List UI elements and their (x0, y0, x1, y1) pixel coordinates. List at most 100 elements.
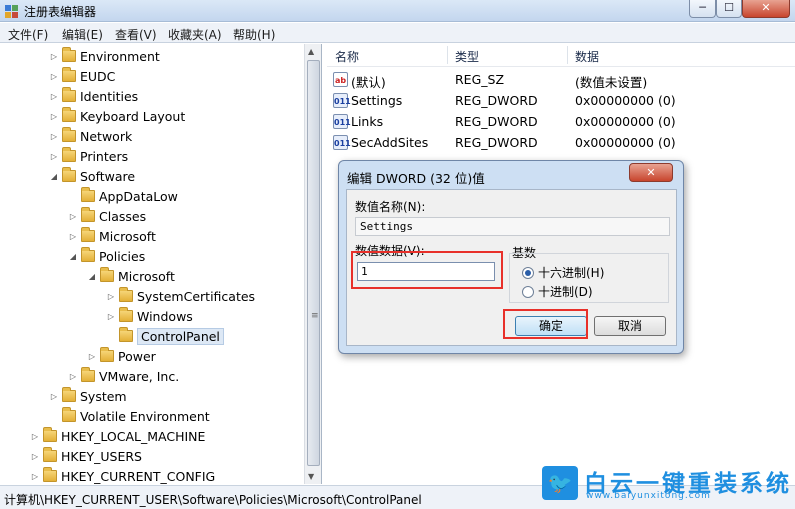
expand-arrow-icon[interactable]: ▷ (48, 152, 60, 161)
base-group: 十六进制(H) 十进制(D) (509, 253, 669, 303)
expand-arrow-icon[interactable]: ▷ (29, 472, 41, 481)
value-row[interactable]: 011 SecAddSites REG_DWORD 0x00000000 (0) (327, 133, 795, 153)
value-type: REG_DWORD (455, 135, 538, 150)
radio-unselected-icon[interactable] (522, 285, 534, 298)
expand-arrow-icon[interactable]: ▷ (105, 312, 117, 321)
expand-arrow-icon[interactable]: ▷ (29, 452, 41, 461)
folder-icon (62, 147, 76, 162)
menu-bar: 文件(F) 编辑(E) 查看(V) 收藏夹(A) 帮助(H) (0, 23, 795, 43)
tree-item[interactable]: ▷ HKEY_LOCAL_MACHINE (29, 426, 205, 446)
menu-favorites[interactable]: 收藏夹(A) (168, 26, 222, 43)
status-path: 计算机\HKEY_CURRENT_USER\Software\Policies\… (4, 493, 422, 507)
folder-icon (81, 187, 95, 202)
tree-item[interactable]: ◢ Policies (67, 246, 145, 266)
expand-arrow-icon[interactable]: ▷ (86, 352, 98, 361)
value-type: REG_DWORD (455, 114, 538, 129)
expand-arrow-icon[interactable]: ▷ (48, 72, 60, 81)
collapse-arrow-icon[interactable]: ◢ (67, 252, 79, 261)
value-row[interactable]: 011 Settings REG_DWORD 0x00000000 (0) (327, 91, 795, 111)
expand-arrow-icon[interactable]: ▷ (48, 112, 60, 121)
expand-arrow-icon[interactable]: ▷ (48, 52, 60, 61)
tree-item[interactable]: ▷ Identities (48, 86, 138, 106)
expand-arrow-icon[interactable]: ▷ (48, 392, 60, 401)
collapse-arrow-icon[interactable]: ◢ (86, 272, 98, 281)
tree-item[interactable]: Volatile Environment (48, 406, 210, 426)
collapse-arrow-icon[interactable]: ◢ (48, 172, 60, 181)
dword-value-icon: 011 (333, 114, 351, 129)
value-name-label: 数值名称(N): (355, 200, 426, 214)
tree-item[interactable]: ▷ Network (48, 126, 132, 146)
tree-item[interactable]: ◢ Software (48, 166, 135, 186)
expand-arrow-icon[interactable]: ▷ (48, 132, 60, 141)
scroll-thumb[interactable]: ≡ (307, 60, 320, 466)
tree-item[interactable]: ▷ Power (86, 346, 156, 366)
value-name: Settings (351, 93, 403, 108)
column-header-name[interactable]: 名称 (335, 48, 359, 65)
value-data: 0x00000000 (0) (575, 114, 676, 129)
watermark-logo: 🐦 白云一键重装系统 www.baiyunxitong.com (540, 464, 790, 504)
tree-item[interactable]: ▷ Windows (105, 306, 193, 326)
column-header-type[interactable]: 类型 (455, 48, 479, 65)
tree-item[interactable]: ▷ Classes (67, 206, 146, 226)
value-data: (数值未设置) (575, 75, 648, 90)
expand-arrow-icon[interactable]: ▷ (48, 92, 60, 101)
scroll-up-icon[interactable]: ▲ (308, 47, 314, 56)
value-row[interactable]: 011 Links REG_DWORD 0x00000000 (0) (327, 112, 795, 132)
tree-item[interactable]: ◢ Microsoft (86, 266, 175, 286)
value-name: Links (351, 114, 384, 129)
column-separator[interactable] (567, 46, 568, 64)
dec-radio-option[interactable]: 十进制(D) (522, 283, 593, 300)
expand-arrow-icon[interactable]: ▷ (67, 212, 79, 221)
registry-tree[interactable]: ▷ Environment ▷ EUDC ▷ Identities ▷ Keyboard… (0, 44, 322, 484)
column-separator[interactable] (447, 46, 448, 64)
cancel-button[interactable]: 取消 (594, 316, 666, 336)
scroll-down-icon[interactable]: ▼ (308, 472, 314, 481)
tree-item[interactable]: ▷ System (48, 386, 127, 406)
menu-file[interactable]: 文件(F) (8, 26, 48, 43)
menu-edit[interactable]: 编辑(E) (62, 26, 103, 43)
value-row[interactable]: ab (默认) REG_SZ (数值未设置) (327, 70, 795, 90)
minimize-button[interactable]: ─ (689, 0, 716, 18)
string-value-icon: ab (333, 72, 348, 87)
expand-arrow-icon[interactable]: ▷ (105, 292, 117, 301)
hex-radio-option[interactable]: 十六进制(H) (522, 264, 604, 281)
tree-item[interactable]: ▷ Environment (48, 46, 160, 66)
expand-arrow-icon[interactable]: ▷ (67, 232, 79, 241)
column-header-data[interactable]: 数据 (575, 48, 599, 65)
tree-item[interactable]: ▷ EUDC (48, 66, 115, 86)
tree-item[interactable]: ▷ HKEY_CURRENT_CONFIG (29, 466, 215, 484)
tree-item[interactable]: ▷ Keyboard Layout (48, 106, 185, 126)
dialog-title: 编辑 DWORD (32 位)值 (347, 171, 485, 186)
value-data-input[interactable]: 1 (357, 262, 495, 281)
close-button[interactable]: ✕ (742, 0, 790, 18)
menu-view[interactable]: 查看(V) (115, 26, 157, 43)
expand-arrow-icon[interactable]: ▷ (67, 372, 79, 381)
folder-icon (62, 87, 76, 102)
tree-item[interactable]: ▷ Printers (48, 146, 128, 166)
value-data: 0x00000000 (0) (575, 93, 676, 108)
value-name-field: Settings (355, 217, 670, 236)
folder-icon (62, 167, 76, 182)
folder-icon (81, 247, 95, 262)
maximize-button[interactable]: ☐ (716, 0, 742, 18)
watermark-url: www.baiyunxitong.com (586, 491, 711, 501)
tree-item[interactable]: ▷ HKEY_USERS (29, 446, 142, 466)
folder-icon (119, 287, 133, 302)
folder-icon (43, 467, 57, 482)
tree-item[interactable]: AppDataLow (67, 186, 178, 206)
value-data: 0x00000000 (0) (575, 135, 676, 150)
tree-item[interactable]: ▷ Microsoft (67, 226, 156, 246)
tree-item[interactable]: ▷ SystemCertificates (105, 286, 255, 306)
ok-button[interactable]: 确定 (515, 316, 587, 336)
menu-help[interactable]: 帮助(H) (233, 26, 275, 43)
dialog-close-button[interactable]: ✕ (629, 163, 673, 182)
radio-selected-icon[interactable] (522, 266, 534, 279)
tree-item-selected[interactable]: ControlPanel (105, 326, 224, 346)
folder-icon (81, 367, 95, 382)
expand-arrow-icon[interactable]: ▷ (29, 432, 41, 441)
folder-icon (100, 347, 114, 362)
tree-scrollbar[interactable]: ▲ ≡ ▼ (304, 44, 321, 484)
folder-icon (62, 407, 76, 422)
folder-icon (43, 427, 57, 442)
tree-item[interactable]: ▷ VMware, Inc. (67, 366, 179, 386)
